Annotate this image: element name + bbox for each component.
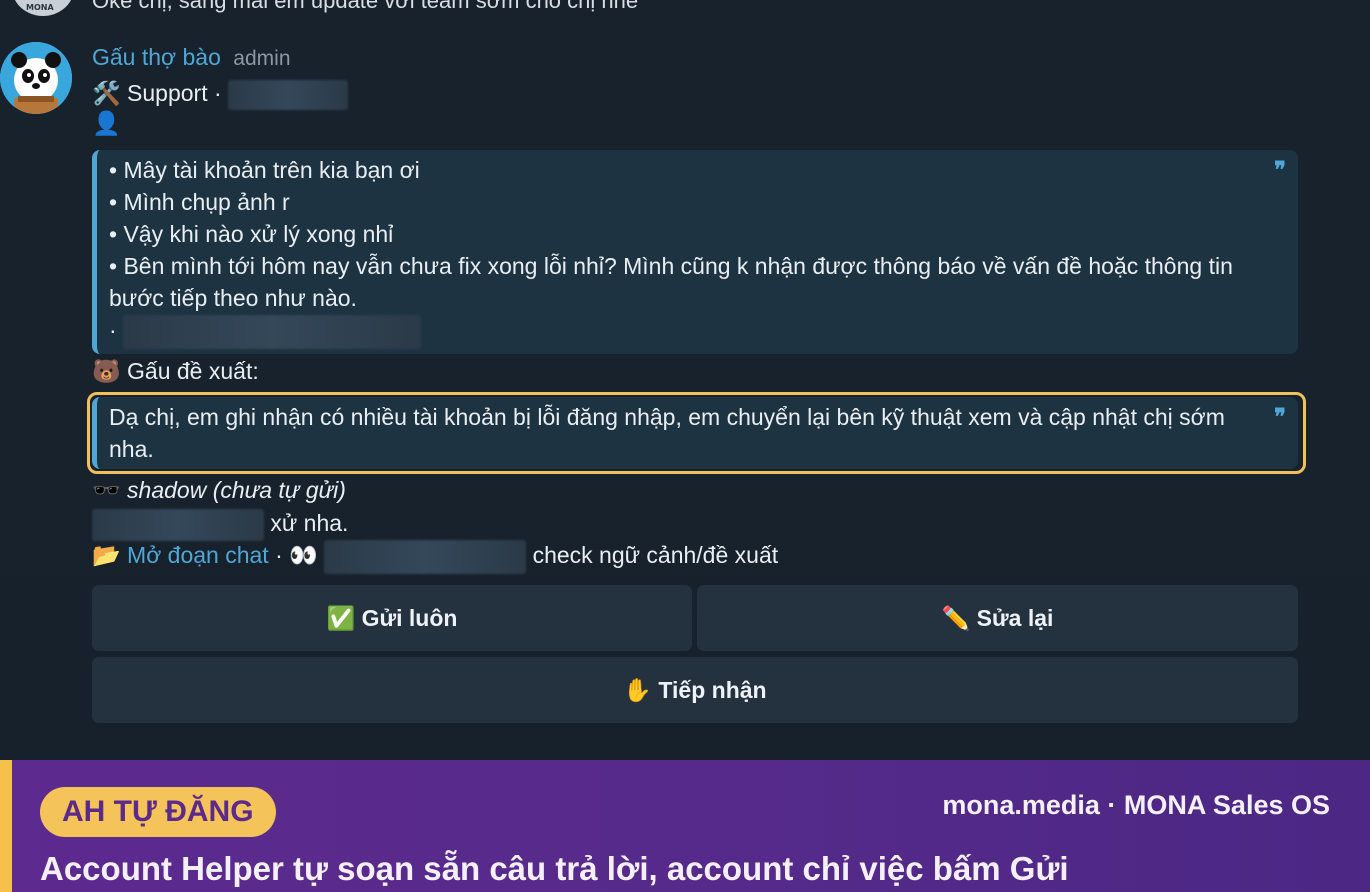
- separator: ·: [275, 542, 283, 569]
- person-icon: 👤: [92, 110, 121, 136]
- accept-label: ✋ Tiếp nhận: [623, 676, 767, 703]
- context-suffix: check ngữ cảnh/đề xuất: [532, 542, 779, 569]
- chat-area: MONA Oke chị, sáng mai em update với tea…: [0, 0, 1370, 760]
- suggest-label: Gấu đề xuất:: [127, 358, 259, 384]
- redacted-text: [92, 509, 264, 541]
- feature-badge: AH TỰ ĐĂNG: [40, 787, 276, 837]
- redacted-mention: [324, 540, 527, 574]
- suggest-line: 🐻 Gấu đề xuất:: [92, 358, 259, 385]
- shadow-text-line: xử nha.: [92, 509, 348, 541]
- support-line: 🛠️ Support ·: [92, 80, 349, 110]
- send-now-button[interactable]: ✅ Gửi luôn: [92, 585, 692, 651]
- edit-label: ✏️ Sửa lại: [941, 604, 1054, 631]
- send-now-label: ✅ Gửi luôn: [326, 604, 458, 631]
- brand-label: mona.media · MONA Sales OS: [942, 790, 1330, 820]
- previous-sender-avatar[interactable]: MONA: [12, 0, 74, 16]
- previous-message-text: Oke chị, sáng mai em update với team sớm…: [92, 0, 639, 13]
- customer-quote: • Mây tài khoản trên kia bạn ơi • Mình c…: [92, 150, 1298, 354]
- banner-stripe: [0, 760, 12, 892]
- redacted-content: [123, 314, 422, 349]
- accept-button[interactable]: ✋ Tiếp nhận: [92, 657, 1298, 723]
- redacted-name: [228, 80, 349, 110]
- quote-mark-icon: ❞: [1274, 157, 1286, 183]
- edit-button[interactable]: ✏️ Sửa lại: [697, 585, 1298, 651]
- sender-avatar[interactable]: [0, 42, 72, 114]
- sender-role: admin: [233, 47, 291, 70]
- banner-tagline: Account Helper tự soạn sẵn câu trả lời, …: [40, 850, 1069, 887]
- eyes-icon: 👀: [289, 542, 318, 569]
- sender-name[interactable]: Gấu thợ bào: [92, 44, 221, 70]
- quote-line-5: ·: [109, 314, 1258, 349]
- quote-line-4: • Bên mình tới hôm nay vẫn chưa fix xong…: [109, 253, 1233, 311]
- open-chat-line: 📂 Mở đoạn chat · 👀 check ngữ cảnh/đề xuấ…: [92, 540, 778, 574]
- shadow-line: 🕶️ shadow (chưa tự gửi): [92, 477, 346, 504]
- quote-line-2: • Mình chụp ảnh r: [109, 189, 290, 215]
- quote-line-3: • Vậy khi nào xử lý xong nhỉ: [109, 221, 394, 247]
- avatar-tag: MONA: [26, 3, 54, 12]
- shadow-text-suffix: xử nha.: [270, 510, 349, 537]
- person-line: 👤: [92, 110, 121, 137]
- shadow-label: shadow (chưa tự gửi): [127, 477, 346, 503]
- support-label: Support ·: [127, 80, 222, 107]
- promo-banner: AH TỰ ĐĂNG mona.media · MONA Sales OS Ac…: [0, 760, 1370, 892]
- quote-line-1: • Mây tài khoản trên kia bạn ơi: [109, 157, 420, 183]
- sender-line: Gấu thợ bào admin: [92, 44, 291, 71]
- bear-icon: 🐻: [92, 358, 121, 384]
- tools-icon: 🛠️: [92, 80, 121, 107]
- folder-icon: 📂: [92, 542, 121, 569]
- sunglasses-icon: 🕶️: [92, 477, 121, 503]
- panda-avatar-icon: [0, 42, 72, 114]
- highlight-frame: [87, 392, 1306, 474]
- open-chat-link[interactable]: Mở đoạn chat: [127, 542, 269, 568]
